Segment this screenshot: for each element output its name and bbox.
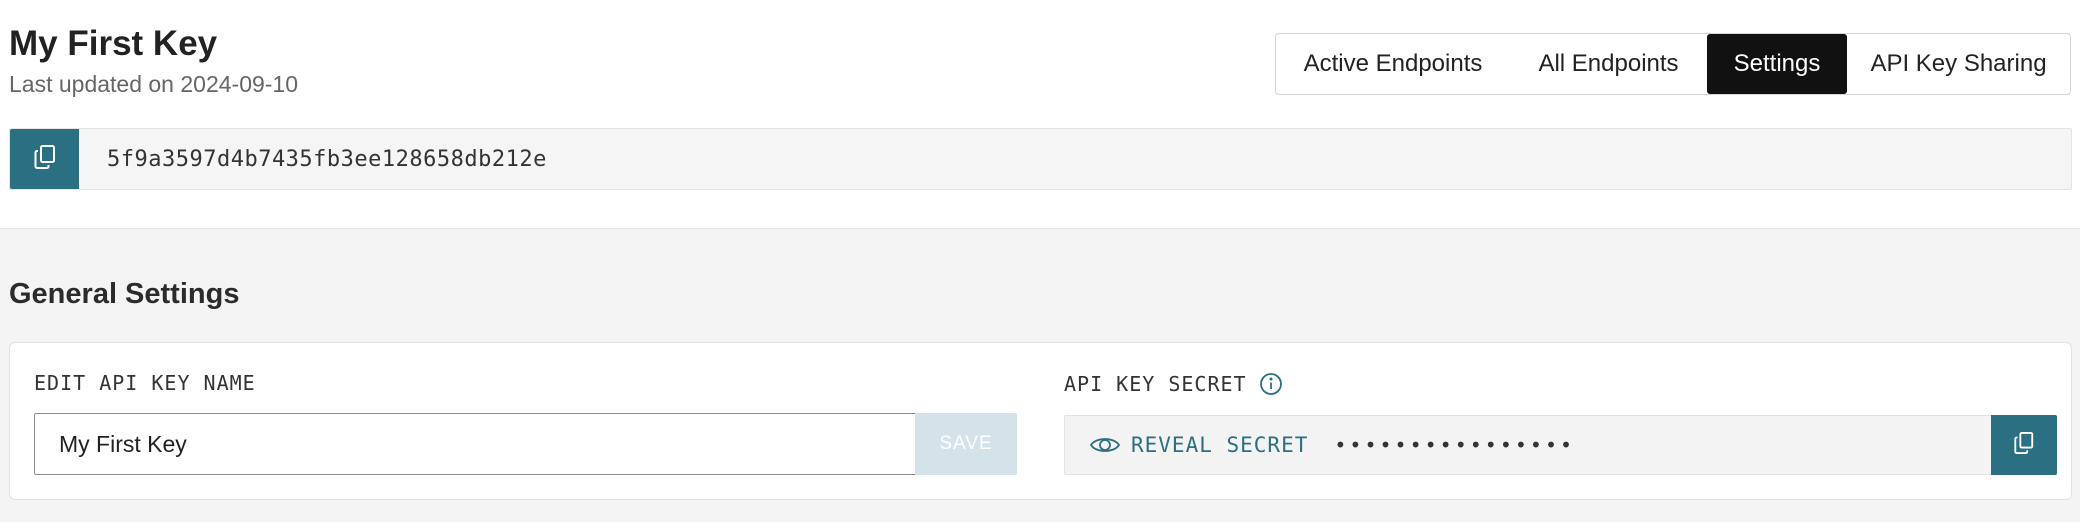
general-settings-section: General Settings EDIT API KEY NAME SAVE …	[0, 228, 2080, 522]
page-title: My First Key	[9, 24, 218, 63]
tab-settings[interactable]: Settings	[1707, 34, 1847, 94]
reveal-secret-button[interactable]: REVEAL SECRET	[1089, 433, 1308, 457]
copy-secret-button[interactable]	[1991, 415, 2057, 475]
last-updated-text: Last updated on 2024-09-10	[9, 71, 299, 97]
api-key-name-input[interactable]	[34, 413, 917, 475]
api-key-bar: 5f9a3597d4b7435fb3ee128658db212e	[9, 128, 2072, 190]
api-key-value: 5f9a3597d4b7435fb3ee128658db212e	[107, 146, 547, 172]
api-key-secret-label: API KEY SECRET	[1064, 372, 1283, 396]
info-icon[interactable]	[1259, 372, 1283, 396]
copy-key-button[interactable]	[10, 129, 79, 189]
settings-card: EDIT API KEY NAME SAVE API KEY SECRET	[9, 342, 2072, 500]
api-key-secret-field: REVEAL SECRET ••••••••••••••••	[1064, 415, 2057, 475]
eye-icon	[1089, 434, 1121, 456]
copy-icon	[2013, 431, 2035, 460]
edit-name-label: EDIT API KEY NAME	[34, 371, 256, 395]
tab-bar: Active Endpoints All Endpoints Settings …	[1275, 33, 2071, 95]
masked-secret: ••••••••••••••••	[1334, 433, 1576, 457]
tab-all-endpoints[interactable]: All Endpoints	[1510, 34, 1707, 94]
save-button[interactable]: SAVE	[915, 413, 1017, 475]
api-key-page: My First Key Last updated on 2024-09-10 …	[0, 0, 2080, 522]
api-key-secret-label-text: API KEY SECRET	[1064, 372, 1247, 396]
tab-active-endpoints[interactable]: Active Endpoints	[1276, 34, 1510, 94]
section-title: General Settings	[9, 278, 240, 310]
tab-api-key-sharing[interactable]: API Key Sharing	[1847, 34, 2070, 94]
header: My First Key Last updated on 2024-09-10 …	[0, 0, 2080, 228]
reveal-secret-label: REVEAL SECRET	[1131, 433, 1309, 457]
copy-icon	[33, 144, 57, 175]
